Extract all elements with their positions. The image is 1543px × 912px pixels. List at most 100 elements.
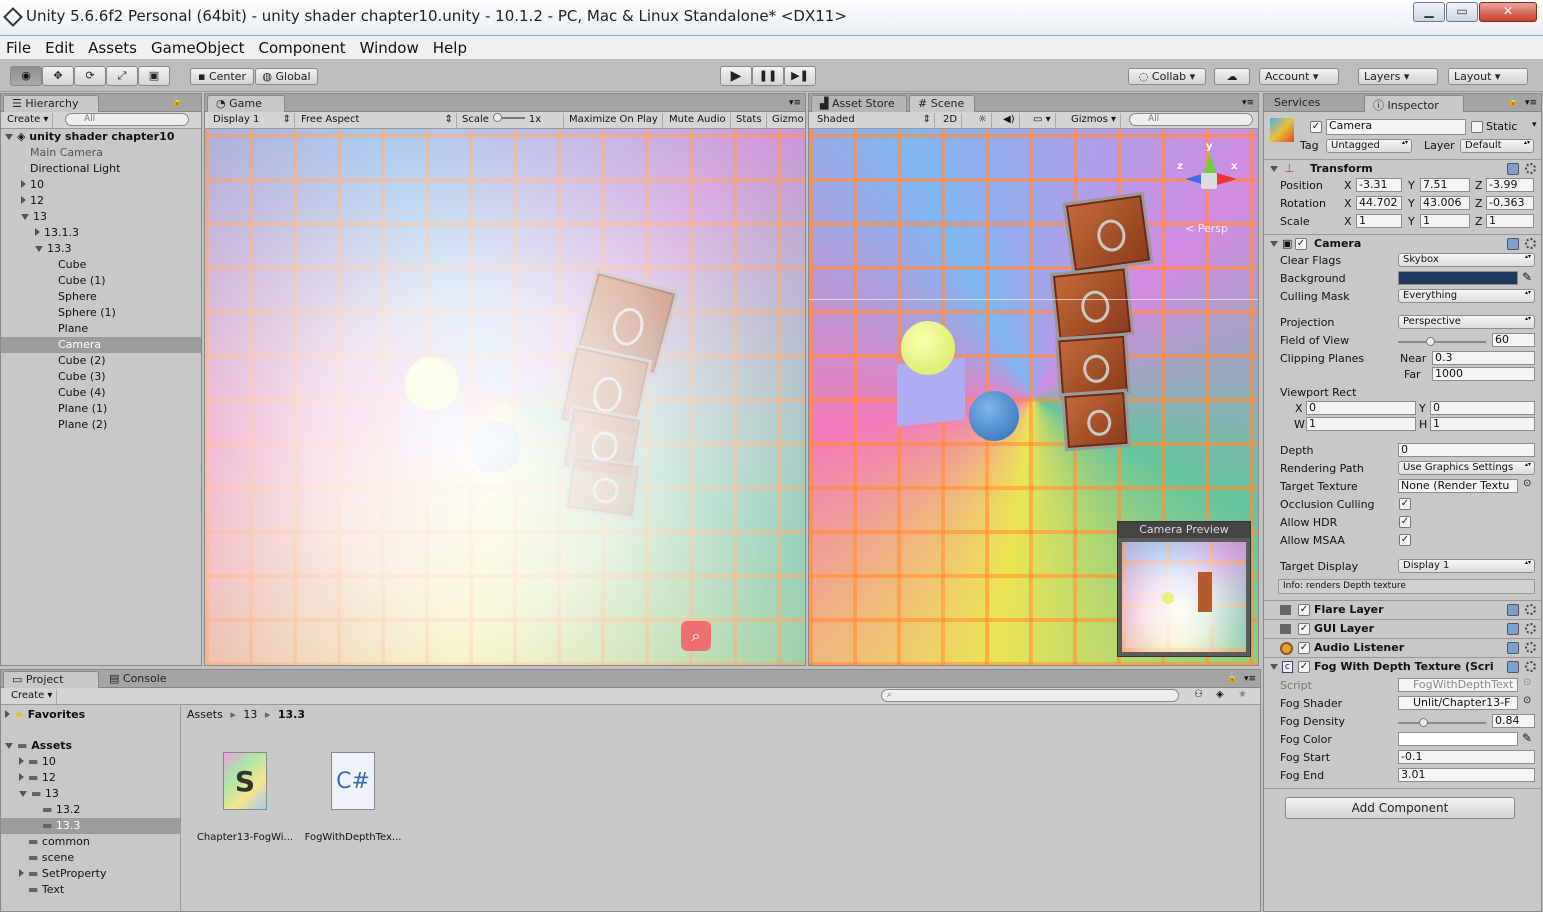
gear-icon[interactable] xyxy=(1525,163,1536,174)
hierarchy-item[interactable]: 13.1.3 xyxy=(1,225,201,241)
eyedropper-icon[interactable]: ✎ xyxy=(1522,731,1532,745)
hierarchy-item[interactable]: Sphere (1) xyxy=(1,305,201,321)
menu-assets[interactable]: Assets xyxy=(88,39,137,57)
occlusion-culling-checkbox[interactable]: ✓ xyxy=(1399,498,1411,510)
fog-end-field[interactable]: 3.01 xyxy=(1398,768,1535,782)
gear-icon[interactable] xyxy=(1525,604,1536,615)
scale-y-field[interactable]: 1 xyxy=(1420,214,1470,228)
audio-listener-header[interactable]: ✓ Audio Listener xyxy=(1264,638,1541,657)
tab-scene[interactable]: # Scene xyxy=(909,95,975,112)
fog-enabled-checkbox[interactable]: ✓ xyxy=(1298,661,1310,673)
view-tool-button[interactable]: ◉ xyxy=(10,66,42,86)
gizmos-toggle[interactable]: Gizmo xyxy=(768,113,805,128)
close-button[interactable]: ✕ xyxy=(1479,2,1537,22)
magnifier-icon[interactable]: ⌕ xyxy=(681,621,711,651)
panel-menu-icon[interactable]: ▾≡ xyxy=(1244,674,1256,684)
image-effects-dropdown[interactable]: ▭ ▾ xyxy=(1029,113,1056,128)
collab-dropdown[interactable]: ◌ Collab ▾ xyxy=(1128,68,1206,85)
cloud-button[interactable]: ☁ xyxy=(1214,68,1250,85)
hierarchy-item[interactable]: Cube (2) xyxy=(1,353,201,369)
hierarchy-item[interactable]: Cube (1) xyxy=(1,273,201,289)
layout-dropdown[interactable]: Layout ▾ xyxy=(1448,68,1528,85)
expand-arrow-icon[interactable] xyxy=(21,214,29,220)
scene-root-row[interactable]: ◈ unity shader chapter10 xyxy=(1,129,201,145)
lock-icon[interactable]: 🔒 xyxy=(1227,673,1238,683)
panel-menu-icon[interactable]: ▾≡ xyxy=(789,98,801,108)
viewport-h-field[interactable]: 1 xyxy=(1430,417,1535,431)
transform-header[interactable]: ⊥ Transform xyxy=(1264,159,1541,178)
aspect-dropdown[interactable]: Free Aspect ⇕ xyxy=(297,113,457,128)
menu-file[interactable]: File xyxy=(6,39,31,57)
allow-msaa-checkbox[interactable]: ✓ xyxy=(1399,534,1411,546)
project-folder-item[interactable]: ▬ SetProperty xyxy=(1,866,180,882)
display-dropdown[interactable]: Display 1 ⇕ xyxy=(209,113,295,128)
project-folder-item[interactable]: ▬ 13 xyxy=(1,786,180,802)
filter-by-type-icon[interactable]: ⚇ xyxy=(1194,689,1203,700)
maximize-on-play-toggle[interactable]: Maximize On Play xyxy=(565,113,663,128)
add-component-button[interactable]: Add Component xyxy=(1285,797,1515,819)
pivot-center-button[interactable]: ▪ Center xyxy=(190,68,254,85)
hierarchy-item[interactable]: Directional Light xyxy=(1,161,201,177)
collapsed-arrow-icon[interactable] xyxy=(19,757,24,765)
move-tool-button[interactable]: ✥ xyxy=(42,66,74,86)
project-folder-item[interactable]: ▬ 13.2 xyxy=(1,802,180,818)
fog-color-swatch[interactable] xyxy=(1398,732,1518,746)
game-viewport[interactable]: ⌕ xyxy=(205,129,805,665)
collapsed-arrow-icon[interactable] xyxy=(35,228,40,236)
position-y-field[interactable]: 7.51 xyxy=(1420,178,1470,192)
allow-hdr-checkbox[interactable]: ✓ xyxy=(1399,516,1411,528)
maximize-button[interactable]: ▭ xyxy=(1446,2,1478,22)
pivot-global-button[interactable]: ◍ Global xyxy=(255,68,318,85)
position-z-field[interactable]: -3.99 xyxy=(1486,178,1534,192)
lock-icon[interactable]: 🔒 xyxy=(1508,97,1519,107)
project-folder-item[interactable]: ▬ Text xyxy=(1,882,180,898)
clear-flags-dropdown[interactable]: Skybox xyxy=(1398,253,1535,267)
project-folder-item[interactable]: ▬ 13.3 xyxy=(1,818,180,834)
audio-icon[interactable]: ◀) xyxy=(999,113,1020,128)
breadcrumb-13[interactable]: 13 xyxy=(243,708,257,721)
depth-field[interactable]: 0 xyxy=(1398,443,1535,457)
scale-z-field[interactable]: 1 xyxy=(1486,214,1534,228)
hierarchy-item[interactable]: Cube (4) xyxy=(1,385,201,401)
tab-game[interactable]: ◔ Game xyxy=(207,95,285,112)
stats-toggle[interactable]: Stats xyxy=(732,113,767,128)
fov-field[interactable]: 60 xyxy=(1492,333,1535,347)
hierarchy-item[interactable]: Plane (2) xyxy=(1,417,201,433)
assets-root-row[interactable]: ▬ Assets xyxy=(1,738,180,754)
project-folder-item[interactable]: ▬ 10 xyxy=(1,754,180,770)
expand-arrow-icon[interactable] xyxy=(35,246,43,252)
camera-enabled-checkbox[interactable]: ✓ xyxy=(1295,238,1307,250)
scale-x-field[interactable]: 1 xyxy=(1356,214,1402,228)
gui-layer-checkbox[interactable]: ✓ xyxy=(1298,623,1310,635)
layer-dropdown[interactable]: Default xyxy=(1460,139,1534,153)
breadcrumb-13-3[interactable]: 13.3 xyxy=(278,708,305,721)
step-button[interactable]: ▶❚ xyxy=(784,66,816,86)
favorites-row[interactable]: ★ Favorites xyxy=(1,707,180,723)
hierarchy-item[interactable]: Plane (1) xyxy=(1,401,201,417)
hierarchy-item[interactable]: 13.3 xyxy=(1,241,201,257)
rotation-z-field[interactable]: -0.363 xyxy=(1486,196,1534,210)
fog-density-field[interactable]: 0.84 xyxy=(1492,714,1535,728)
active-checkbox[interactable]: ✓ xyxy=(1310,121,1322,133)
menu-gameobject[interactable]: GameObject xyxy=(151,39,245,57)
account-dropdown[interactable]: Account ▾ xyxy=(1259,68,1339,85)
shading-dropdown[interactable]: Shaded ⇕ xyxy=(813,113,935,128)
gear-icon[interactable] xyxy=(1525,623,1536,634)
help-book-icon[interactable] xyxy=(1507,604,1519,616)
project-folder-item[interactable]: ▬ 12 xyxy=(1,770,180,786)
projection-dropdown[interactable]: Perspective xyxy=(1398,315,1535,329)
mute-audio-toggle[interactable]: Mute Audio xyxy=(665,113,731,128)
hierarchy-create-dropdown[interactable]: Create ▾ xyxy=(3,113,54,128)
background-color-swatch[interactable] xyxy=(1398,271,1518,285)
fog-start-field[interactable]: -0.1 xyxy=(1398,750,1535,764)
help-book-icon[interactable] xyxy=(1507,623,1519,635)
rotation-x-field[interactable]: 44.702 xyxy=(1356,196,1402,210)
tab-inspector[interactable]: ⓘ Inspector xyxy=(1364,95,1464,112)
project-folder-item[interactable]: ▬ common xyxy=(1,834,180,850)
breadcrumb-assets[interactable]: Assets xyxy=(187,708,223,721)
sun-icon[interactable]: ☼ xyxy=(974,113,992,128)
flare-layer-checkbox[interactable]: ✓ xyxy=(1298,604,1310,616)
hierarchy-item[interactable]: Cube xyxy=(1,257,201,273)
scene-orientation-gizmo[interactable]: y x z xyxy=(1177,141,1241,211)
pause-button[interactable]: ❚❚ xyxy=(752,66,784,86)
